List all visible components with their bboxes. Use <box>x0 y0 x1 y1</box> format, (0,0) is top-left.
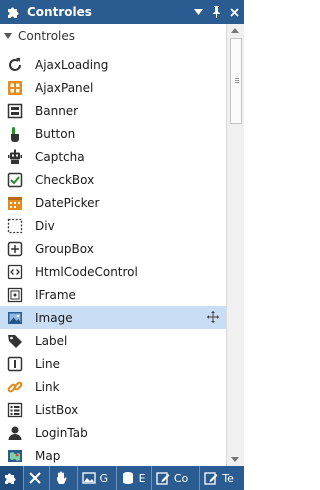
list-item-label: Link <box>35 379 60 394</box>
tab-co[interactable]: Co <box>152 466 201 490</box>
groupbox-icon <box>6 240 24 258</box>
hand-icon <box>53 470 69 486</box>
list-item-label: GroupBox <box>35 241 94 256</box>
list-item-label: Line <box>35 356 61 371</box>
panel-title: Controles <box>27 5 92 19</box>
list-item-logintab[interactable]: LoginTab <box>0 421 226 444</box>
dropdown-arrow-icon[interactable] <box>192 5 204 19</box>
group-title: Controles <box>18 29 76 43</box>
refresh-icon <box>6 56 24 74</box>
list-item-label: HtmlCodeControl <box>35 264 138 279</box>
edit-icon <box>203 470 219 486</box>
list-item-map[interactable]: Map <box>0 444 226 466</box>
image-icon <box>81 470 97 486</box>
list-item-label: IFrame <box>35 287 76 302</box>
controls-list: Controles AjaxLoading AjaxPanel Banner B <box>0 24 244 466</box>
tab-label: E <box>138 471 146 485</box>
scroll-down-icon[interactable] <box>231 457 239 462</box>
scroll-up-icon[interactable] <box>231 28 239 33</box>
database-icon <box>120 470 136 486</box>
edit-icon <box>155 470 171 486</box>
bottom-tab-strip: G E Co Te <box>0 466 244 490</box>
list-item-link[interactable]: Link <box>0 375 226 398</box>
list-item-ajaxpanel[interactable]: AjaxPanel <box>0 76 226 99</box>
tab-hand[interactable] <box>50 466 78 490</box>
user-icon <box>6 424 24 442</box>
calendar-icon <box>6 194 24 212</box>
tab-te[interactable]: Te <box>200 466 244 490</box>
panel-title-bar[interactable]: Controles <box>0 0 244 24</box>
tab-label: Co <box>173 471 189 485</box>
image-icon <box>6 309 24 327</box>
list-item-label: AjaxLoading <box>35 57 109 72</box>
listbox-icon <box>6 401 24 419</box>
list-item-label: Div <box>35 218 55 233</box>
ajax-panel-icon <box>6 79 24 97</box>
chain-link-icon <box>6 378 24 396</box>
list-item-line[interactable]: Line <box>0 352 226 375</box>
puzzle-icon <box>6 4 22 20</box>
group-header-controles[interactable]: Controles <box>0 24 226 48</box>
toolbox-panel: Controles Controles AjaxLoading AjaxPane… <box>0 0 244 490</box>
list-item-button[interactable]: Button <box>0 122 226 145</box>
list-item-label: Image <box>35 310 73 325</box>
iframe-icon <box>6 286 24 304</box>
list-item-label: Button <box>35 126 76 141</box>
list-item-htmlcodecontrol[interactable]: HtmlCodeControl <box>0 260 226 283</box>
list-item-banner[interactable]: Banner <box>0 99 226 122</box>
robot-icon <box>6 148 24 166</box>
list-item-label: LoginTab <box>35 425 88 440</box>
list-item-div[interactable]: Div <box>0 214 226 237</box>
list-item-label: ListBox <box>35 402 79 417</box>
vertical-scrollbar[interactable] <box>226 24 244 466</box>
tab-gallery[interactable]: G <box>78 466 117 490</box>
list-item-groupbox[interactable]: GroupBox <box>0 237 226 260</box>
tab-toolbox[interactable] <box>0 466 24 490</box>
tab-label: G <box>99 471 109 485</box>
list-item-label: Label <box>35 333 68 348</box>
move-icon[interactable] <box>206 310 220 324</box>
list-item-image[interactable]: Image <box>0 306 226 329</box>
list-item-label: CheckBox <box>35 172 95 187</box>
dashed-square-icon <box>6 217 24 235</box>
puzzle-icon <box>3 470 19 486</box>
tag-icon <box>6 332 24 350</box>
list-item-iframe[interactable]: IFrame <box>0 283 226 306</box>
line-icon <box>6 355 24 373</box>
list-item-label: Map <box>35 448 61 463</box>
checkbox-icon <box>6 171 24 189</box>
code-icon <box>6 263 24 281</box>
list-item-label: Banner <box>35 103 79 118</box>
list-item-label: DatePicker <box>35 195 100 210</box>
list-item-listbox[interactable]: ListBox <box>0 398 226 421</box>
tab-database[interactable]: E <box>117 466 152 490</box>
list-item-label: AjaxPanel <box>35 80 94 95</box>
scrollbar-thumb[interactable] <box>230 38 242 124</box>
tab-tools[interactable] <box>24 466 50 490</box>
list-item-label: Captcha <box>35 149 85 164</box>
list-item-datepicker[interactable]: DatePicker <box>0 191 226 214</box>
banner-icon <box>6 102 24 120</box>
pointer-hand-icon <box>6 125 24 143</box>
list-item-ajaxloading[interactable]: AjaxLoading <box>0 53 226 76</box>
pin-icon[interactable] <box>210 5 222 19</box>
collapse-triangle-icon[interactable] <box>4 33 12 39</box>
list-item-captcha[interactable]: Captcha <box>0 145 226 168</box>
map-icon <box>6 447 24 465</box>
list-item-label-control[interactable]: Label <box>0 329 226 352</box>
close-icon[interactable] <box>228 5 240 19</box>
list-item-checkbox[interactable]: CheckBox <box>0 168 226 191</box>
tab-label: Te <box>222 471 234 485</box>
tools-icon <box>27 470 43 486</box>
